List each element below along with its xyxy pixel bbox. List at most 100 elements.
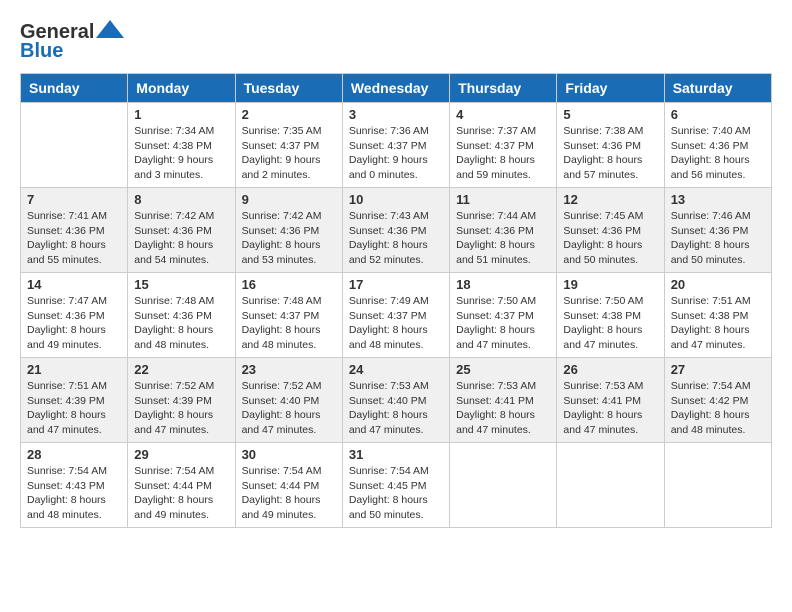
calendar-cell: 14Sunrise: 7:47 AMSunset: 4:36 PMDayligh… bbox=[21, 273, 128, 358]
day-header-thursday: Thursday bbox=[450, 74, 557, 103]
day-number: 31 bbox=[349, 447, 443, 462]
page-header: General Blue bbox=[20, 20, 772, 63]
calendar-cell: 25 Sunrise: 7:53 AMSunset: 4:41 PMDayligh… bbox=[450, 358, 557, 443]
day-info: Sunrise: 7:38 AMSunset: 4:36 PMDaylight:… bbox=[563, 124, 657, 183]
calendar-cell: 11 Sunrise: 7:44 AMSunset: 4:36 PMDayligh… bbox=[450, 188, 557, 273]
calendar-cell bbox=[664, 443, 771, 528]
day-number: 5 bbox=[563, 107, 657, 122]
day-info: Sunrise: 7:54 AMSunset: 4:44 PMDaylight:… bbox=[134, 464, 228, 523]
day-number: 18 bbox=[456, 277, 550, 292]
calendar-cell: 23 Sunrise: 7:52 AMSunset: 4:40 PMDayligh… bbox=[235, 358, 342, 443]
day-info: Sunrise: 7:50 AMSunset: 4:37 PMDaylight:… bbox=[456, 294, 550, 353]
day-number: 23 bbox=[242, 362, 336, 377]
day-info: Sunrise: 7:53 AMSunset: 4:40 PMDaylight:… bbox=[349, 379, 443, 438]
calendar-cell: 2 Sunrise: 7:35 AMSunset: 4:37 PMDaylight… bbox=[235, 103, 342, 188]
calendar-table: SundayMondayTuesdayWednesdayThursdayFrid… bbox=[20, 73, 772, 528]
day-info: Sunrise: 7:41 AMSunset: 4:36 PMDaylight:… bbox=[27, 209, 121, 268]
calendar-cell bbox=[21, 103, 128, 188]
day-number: 17 bbox=[349, 277, 443, 292]
calendar-cell: 26Sunrise: 7:53 AMSunset: 4:41 PMDayligh… bbox=[557, 358, 664, 443]
calendar-cell: 5 Sunrise: 7:38 AMSunset: 4:36 PMDaylight… bbox=[557, 103, 664, 188]
calendar-cell: 27 Sunrise: 7:54 AMSunset: 4:42 PMDayligh… bbox=[664, 358, 771, 443]
calendar-cell: 12 Sunrise: 7:45 AMSunset: 4:36 PMDayligh… bbox=[557, 188, 664, 273]
day-header-tuesday: Tuesday bbox=[235, 74, 342, 103]
day-info: Sunrise: 7:51 AMSunset: 4:39 PMDaylight:… bbox=[27, 379, 121, 438]
day-header-sunday: Sunday bbox=[21, 74, 128, 103]
day-info: Sunrise: 7:48 AMSunset: 4:37 PMDaylight:… bbox=[242, 294, 336, 353]
calendar-week-5: 28Sunrise: 7:54 AMSunset: 4:43 PMDayligh… bbox=[21, 443, 772, 528]
day-info: Sunrise: 7:52 AMSunset: 4:40 PMDaylight:… bbox=[242, 379, 336, 438]
calendar-cell bbox=[557, 443, 664, 528]
calendar-cell: 31 Sunrise: 7:54 AMSunset: 4:45 PMDayligh… bbox=[342, 443, 449, 528]
day-header-saturday: Saturday bbox=[664, 74, 771, 103]
day-number: 14 bbox=[27, 277, 121, 292]
day-info: Sunrise: 7:53 AMSunset: 4:41 PMDaylight:… bbox=[456, 379, 550, 438]
day-number: 6 bbox=[671, 107, 765, 122]
day-number: 15 bbox=[134, 277, 228, 292]
day-number: 19 bbox=[563, 277, 657, 292]
day-number: 4 bbox=[456, 107, 550, 122]
logo-blue-text: Blue bbox=[20, 40, 63, 63]
day-number: 27 bbox=[671, 362, 765, 377]
logo: General Blue bbox=[20, 20, 126, 63]
day-info: Sunrise: 7:43 AMSunset: 4:36 PMDaylight:… bbox=[349, 209, 443, 268]
day-number: 3 bbox=[349, 107, 443, 122]
day-info: Sunrise: 7:40 AMSunset: 4:36 PMDaylight:… bbox=[671, 124, 765, 183]
day-info: Sunrise: 7:46 AMSunset: 4:36 PMDaylight:… bbox=[671, 209, 765, 268]
day-header-wednesday: Wednesday bbox=[342, 74, 449, 103]
day-number: 11 bbox=[456, 192, 550, 207]
day-info: Sunrise: 7:34 AMSunset: 4:38 PMDaylight:… bbox=[134, 124, 228, 183]
day-info: Sunrise: 7:54 AMSunset: 4:45 PMDaylight:… bbox=[349, 464, 443, 523]
calendar-week-4: 21 Sunrise: 7:51 AMSunset: 4:39 PMDayligh… bbox=[21, 358, 772, 443]
day-info: Sunrise: 7:42 AMSunset: 4:36 PMDaylight:… bbox=[242, 209, 336, 268]
calendar-cell: 16 Sunrise: 7:48 AMSunset: 4:37 PMDayligh… bbox=[235, 273, 342, 358]
day-number: 21 bbox=[27, 362, 121, 377]
day-info: Sunrise: 7:50 AMSunset: 4:38 PMDaylight:… bbox=[563, 294, 657, 353]
calendar-cell: 1Sunrise: 7:34 AMSunset: 4:38 PMDaylight… bbox=[128, 103, 235, 188]
calendar-cell: 17 Sunrise: 7:49 AMSunset: 4:37 PMDayligh… bbox=[342, 273, 449, 358]
calendar-cell: 10 Sunrise: 7:43 AMSunset: 4:36 PMDayligh… bbox=[342, 188, 449, 273]
day-number: 13 bbox=[671, 192, 765, 207]
day-number: 28 bbox=[27, 447, 121, 462]
day-info: Sunrise: 7:54 AMSunset: 4:42 PMDaylight:… bbox=[671, 379, 765, 438]
day-info: Sunrise: 7:35 AMSunset: 4:37 PMDaylight:… bbox=[242, 124, 336, 183]
day-info: Sunrise: 7:42 AMSunset: 4:36 PMDaylight:… bbox=[134, 209, 228, 268]
calendar-cell: 20 Sunrise: 7:51 AMSunset: 4:38 PMDayligh… bbox=[664, 273, 771, 358]
day-number: 8 bbox=[134, 192, 228, 207]
day-number: 2 bbox=[242, 107, 336, 122]
day-info: Sunrise: 7:54 AMSunset: 4:44 PMDaylight:… bbox=[242, 464, 336, 523]
day-number: 20 bbox=[671, 277, 765, 292]
day-info: Sunrise: 7:53 AMSunset: 4:41 PMDaylight:… bbox=[563, 379, 657, 438]
day-number: 16 bbox=[242, 277, 336, 292]
day-info: Sunrise: 7:44 AMSunset: 4:36 PMDaylight:… bbox=[456, 209, 550, 268]
calendar-week-1: 1Sunrise: 7:34 AMSunset: 4:38 PMDaylight… bbox=[21, 103, 772, 188]
day-info: Sunrise: 7:49 AMSunset: 4:37 PMDaylight:… bbox=[349, 294, 443, 353]
calendar-cell: 30Sunrise: 7:54 AMSunset: 4:44 PMDayligh… bbox=[235, 443, 342, 528]
logo-icon bbox=[96, 20, 124, 38]
day-info: Sunrise: 7:36 AMSunset: 4:37 PMDaylight:… bbox=[349, 124, 443, 183]
calendar-cell: 4 Sunrise: 7:37 AMSunset: 4:37 PMDaylight… bbox=[450, 103, 557, 188]
calendar-cell: 3 Sunrise: 7:36 AMSunset: 4:37 PMDaylight… bbox=[342, 103, 449, 188]
calendar-cell: 8 Sunrise: 7:42 AMSunset: 4:36 PMDaylight… bbox=[128, 188, 235, 273]
day-number: 12 bbox=[563, 192, 657, 207]
day-number: 10 bbox=[349, 192, 443, 207]
day-number: 9 bbox=[242, 192, 336, 207]
calendar-cell: 7 Sunrise: 7:41 AMSunset: 4:36 PMDaylight… bbox=[21, 188, 128, 273]
day-header-friday: Friday bbox=[557, 74, 664, 103]
calendar-cell: 19 Sunrise: 7:50 AMSunset: 4:38 PMDayligh… bbox=[557, 273, 664, 358]
day-number: 24 bbox=[349, 362, 443, 377]
calendar-header-row: SundayMondayTuesdayWednesdayThursdayFrid… bbox=[21, 74, 772, 103]
calendar-cell: 21 Sunrise: 7:51 AMSunset: 4:39 PMDayligh… bbox=[21, 358, 128, 443]
calendar-cell: 6 Sunrise: 7:40 AMSunset: 4:36 PMDaylight… bbox=[664, 103, 771, 188]
day-number: 22 bbox=[134, 362, 228, 377]
day-info: Sunrise: 7:45 AMSunset: 4:36 PMDaylight:… bbox=[563, 209, 657, 268]
calendar-cell: 18 Sunrise: 7:50 AMSunset: 4:37 PMDayligh… bbox=[450, 273, 557, 358]
day-info: Sunrise: 7:48 AMSunset: 4:36 PMDaylight:… bbox=[134, 294, 228, 353]
day-number: 25 bbox=[456, 362, 550, 377]
day-info: Sunrise: 7:52 AMSunset: 4:39 PMDaylight:… bbox=[134, 379, 228, 438]
day-info: Sunrise: 7:37 AMSunset: 4:37 PMDaylight:… bbox=[456, 124, 550, 183]
calendar-cell: 13 Sunrise: 7:46 AMSunset: 4:36 PMDayligh… bbox=[664, 188, 771, 273]
day-number: 7 bbox=[27, 192, 121, 207]
day-header-monday: Monday bbox=[128, 74, 235, 103]
day-info: Sunrise: 7:51 AMSunset: 4:38 PMDaylight:… bbox=[671, 294, 765, 353]
